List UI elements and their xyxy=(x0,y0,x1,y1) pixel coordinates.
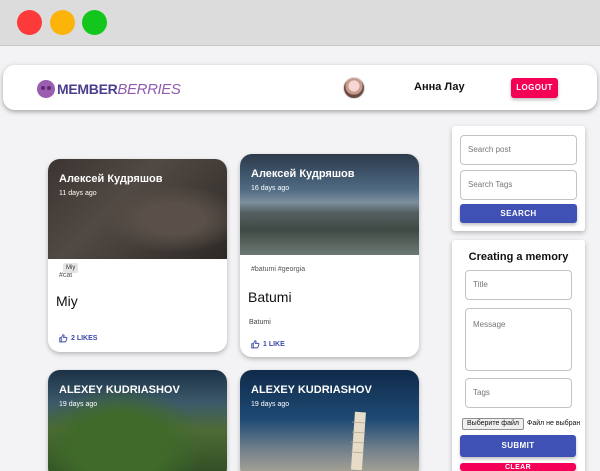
like-button[interactable]: 1 LIKE xyxy=(251,340,285,349)
post-tags: #cat xyxy=(59,272,73,279)
maximize-window-button[interactable] xyxy=(82,10,107,35)
post-image: ALEXEY KUDRIASHOV 19 days ago xyxy=(240,370,419,471)
thumb-up-icon xyxy=(59,334,68,343)
post-time: 11 days ago xyxy=(59,190,97,197)
logo-berries-text: BERRIES xyxy=(117,80,181,98)
post-author: Алексей Кудряшов xyxy=(59,173,163,185)
tower-image xyxy=(350,411,366,470)
like-button[interactable]: 2 LIKES xyxy=(59,334,97,343)
post-message: Batumi xyxy=(249,319,271,326)
logo-member-text: MEMBER xyxy=(57,81,118,97)
like-count: 1 LIKE xyxy=(263,341,285,348)
thumb-up-icon xyxy=(251,340,260,349)
post-image: ALEXEY KUDRIASHOV 19 days ago xyxy=(48,370,227,471)
clear-button[interactable]: CLEAR xyxy=(460,463,576,471)
post-author: Алексей Кудряшов xyxy=(251,168,355,180)
user-avatar xyxy=(343,77,365,99)
submit-button[interactable]: SUBMIT xyxy=(460,435,576,457)
search-post-input[interactable]: Search post xyxy=(460,135,577,165)
search-button[interactable]: SEARCH xyxy=(460,204,577,223)
search-tags-input[interactable]: Search Tags xyxy=(460,170,577,200)
logout-button[interactable]: LOGOUT xyxy=(511,78,558,98)
post-title: Batumi xyxy=(248,289,292,305)
post-tags: #batumi #georgia xyxy=(251,266,306,273)
file-status: Файл не выбран xyxy=(527,420,581,427)
form-title: Creating a memory xyxy=(468,251,569,263)
post-card[interactable]: ALEXEY KUDRIASHOV 19 days ago xyxy=(240,370,419,471)
app-logo[interactable]: MEMBER BERRIES xyxy=(37,80,181,98)
post-author: ALEXEY KUDRIASHOV xyxy=(59,384,180,396)
post-author: ALEXEY KUDRIASHOV xyxy=(251,384,372,396)
post-time: 16 days ago xyxy=(251,185,290,192)
post-image: Алексей Кудряшов 16 days ago xyxy=(240,154,419,255)
window-titlebar xyxy=(0,0,600,46)
post-title: Miy xyxy=(56,293,78,309)
tag-tooltip: Miy xyxy=(63,263,79,273)
berry-icon xyxy=(37,80,55,98)
app-bar: MEMBER BERRIES xyxy=(3,65,597,110)
post-card[interactable]: Алексей Кудряшов 11 days ago #cat Miy 2 … xyxy=(48,159,227,352)
post-card[interactable]: ALEXEY KUDRIASHOV 19 days ago xyxy=(48,370,227,471)
user-name: Анна Лау xyxy=(414,81,465,93)
title-input[interactable]: Title xyxy=(465,270,572,300)
post-time: 19 days ago xyxy=(251,401,290,408)
message-textarea[interactable]: Message xyxy=(465,308,572,371)
post-image: Алексей Кудряшов 11 days ago xyxy=(48,159,227,259)
like-count: 2 LIKES xyxy=(71,335,98,342)
choose-file-button[interactable]: Выберите файл xyxy=(462,418,524,430)
tags-input[interactable]: Tags xyxy=(465,378,572,408)
post-time: 19 days ago xyxy=(59,401,98,408)
close-window-button[interactable] xyxy=(17,10,42,35)
minimize-window-button[interactable] xyxy=(50,10,75,35)
post-card[interactable]: Алексей Кудряшов 16 days ago #batumi #ge… xyxy=(240,154,419,357)
